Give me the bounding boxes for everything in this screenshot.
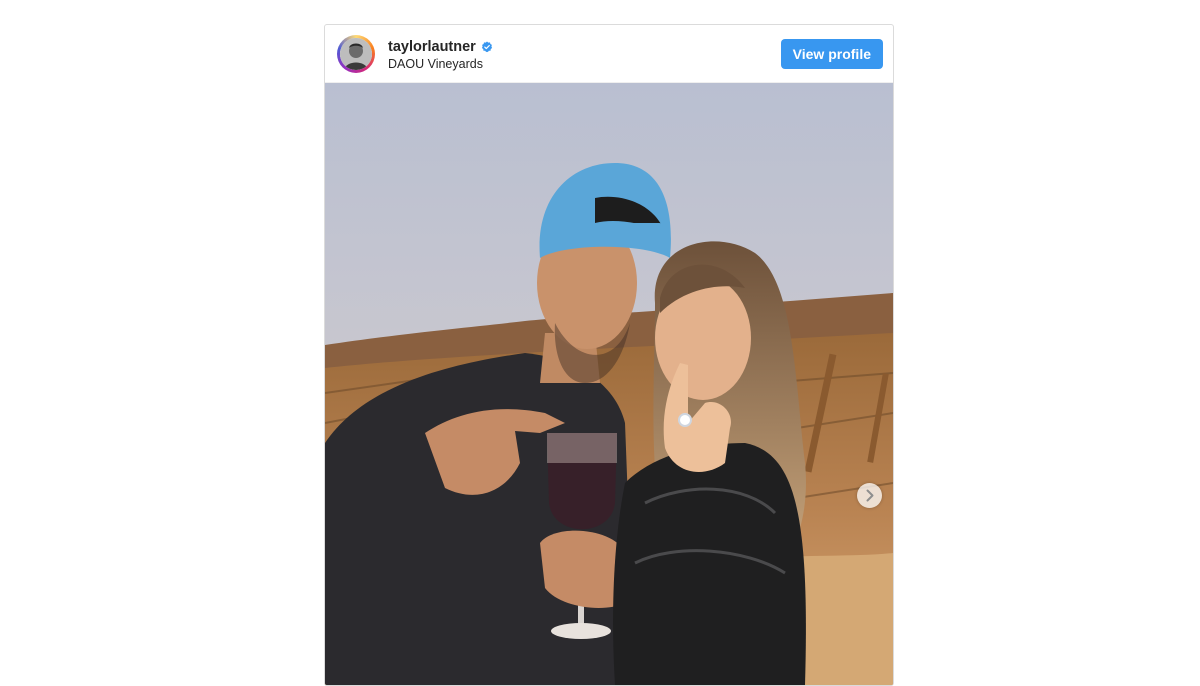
instagram-embed: taylorlautner DAOU Vineyards View profil… (324, 24, 894, 686)
avatar[interactable] (337, 35, 375, 73)
post-photo-image (325, 83, 893, 685)
avatar-image (340, 38, 372, 70)
post-photo[interactable] (325, 83, 893, 685)
verified-badge-icon (481, 41, 492, 53)
view-profile-button[interactable]: View profile (780, 39, 883, 69)
post-header: taylorlautner DAOU Vineyards View profil… (325, 25, 893, 83)
chevron-right-icon (866, 489, 874, 502)
username[interactable]: taylorlautner (388, 39, 476, 55)
location-label[interactable]: DAOU Vineyards (388, 57, 483, 71)
next-photo-button[interactable] (857, 483, 882, 508)
username-row: taylorlautner (388, 39, 493, 55)
